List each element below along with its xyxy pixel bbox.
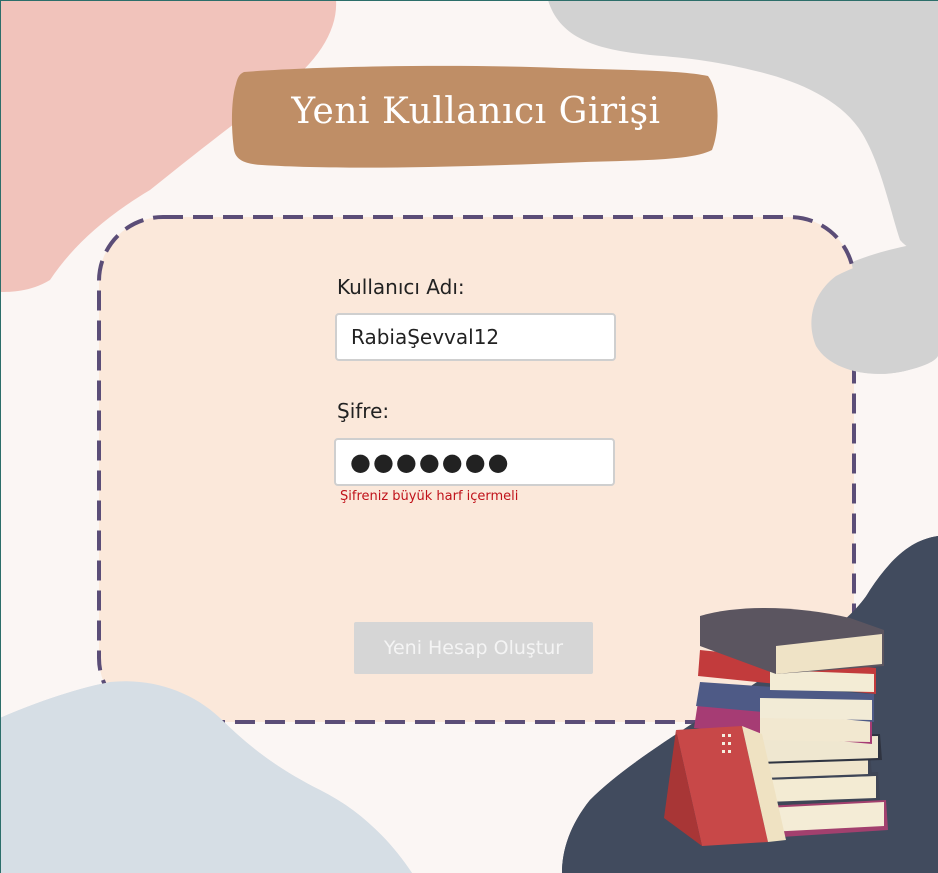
overlap-blob-layer: [0, 248, 938, 873]
navy-blob-overlap: [562, 536, 938, 873]
lightblue-blob-overlap: [0, 681, 412, 873]
password-error-message: Şifreniz büyük harf içermeli: [340, 489, 519, 504]
create-account-button[interactable]: Yeni Hesap Oluştur: [354, 622, 593, 674]
gray-blob-overlap: [811, 248, 938, 374]
password-label: Şifre:: [337, 399, 390, 423]
username-input[interactable]: [335, 313, 616, 361]
username-label: Kullanıcı Adı:: [337, 275, 465, 299]
password-input[interactable]: [334, 438, 615, 486]
